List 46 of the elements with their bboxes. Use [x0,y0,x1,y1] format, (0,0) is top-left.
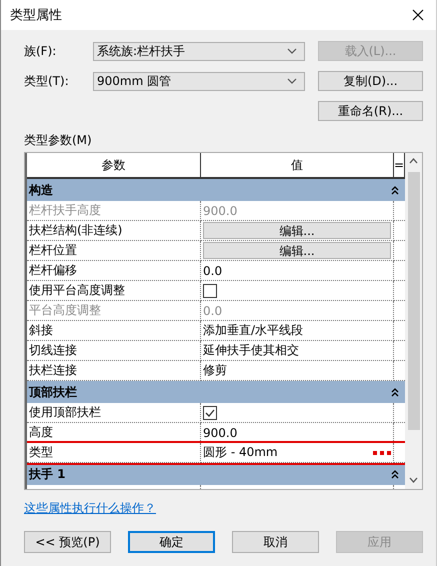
section-header[interactable]: 构造 [27,179,405,201]
section-title: 构造 [29,182,53,198]
grid-label: 类型参数(M) [24,132,93,149]
scrollbar[interactable] [405,153,422,489]
parameter-name: 高度 [27,423,201,443]
parameter-value[interactable]: 圆形 - 40mm [203,444,278,461]
parameter-value[interactable]: 900.0 [201,423,394,443]
checkbox[interactable] [203,406,217,420]
parameter-name: 栏杆偏移 [27,261,201,281]
side-button[interactable]: 重命名(R)... [318,101,423,121]
checkbox[interactable] [203,284,217,298]
browse-icon[interactable] [373,450,391,454]
parameter-name: 栏杆扶手高度 [27,201,201,221]
parameter-name: 类型 [27,443,201,463]
parameter-value[interactable]: 延伸扶手使其相交 [201,341,394,361]
section-title: 顶部扶栏 [29,384,77,400]
section-title: 扶手 1 [29,466,66,482]
collapse-icon[interactable] [391,470,399,478]
section-header[interactable]: 扶手 1 [27,463,405,485]
parameter-name: 平台高度调整 [27,301,201,321]
close-icon[interactable] [412,9,424,21]
edit-button[interactable]: 编辑... [203,242,391,259]
edit-button[interactable]: 编辑... [203,222,391,239]
side-button[interactable]: 复制(D)... [318,71,423,91]
dropdown-field[interactable]: 系统族:栏杆扶手 [93,42,305,60]
parameter-value[interactable]: 添加垂直/水平线段 [201,321,394,341]
parameter-name: 使用平台高度调整 [27,281,201,301]
parameter-name: 扶栏结构(非连续) [27,221,201,241]
parameter-name: 栏杆位置 [27,241,201,261]
parameter-name: 使用顶部扶栏 [27,403,201,423]
field-label: 类型(T): [24,72,70,90]
dialog-button[interactable]: 确定 [128,531,215,553]
section-header[interactable]: 顶部扶栏 [27,381,405,403]
parameter-name: 斜接 [27,321,201,341]
parameter-value[interactable]: 0.0 [201,261,394,281]
collapse-icon[interactable] [391,186,399,194]
collapse-icon[interactable] [391,388,399,396]
help-link[interactable]: 这些属性执行什么操作？ [24,500,156,517]
column-header: 值 [201,153,394,177]
window-title: 类型属性 [10,7,62,24]
dialog-button[interactable]: 取消 [232,531,319,553]
dialog-button[interactable]: << 预览(P) [24,531,111,553]
dropdown-field[interactable]: 900mm 圆管 [93,72,305,90]
field-label: 族(F): [24,42,58,60]
parameter-name: 切线连接 [27,341,201,361]
column-header: 参数 [27,153,201,177]
